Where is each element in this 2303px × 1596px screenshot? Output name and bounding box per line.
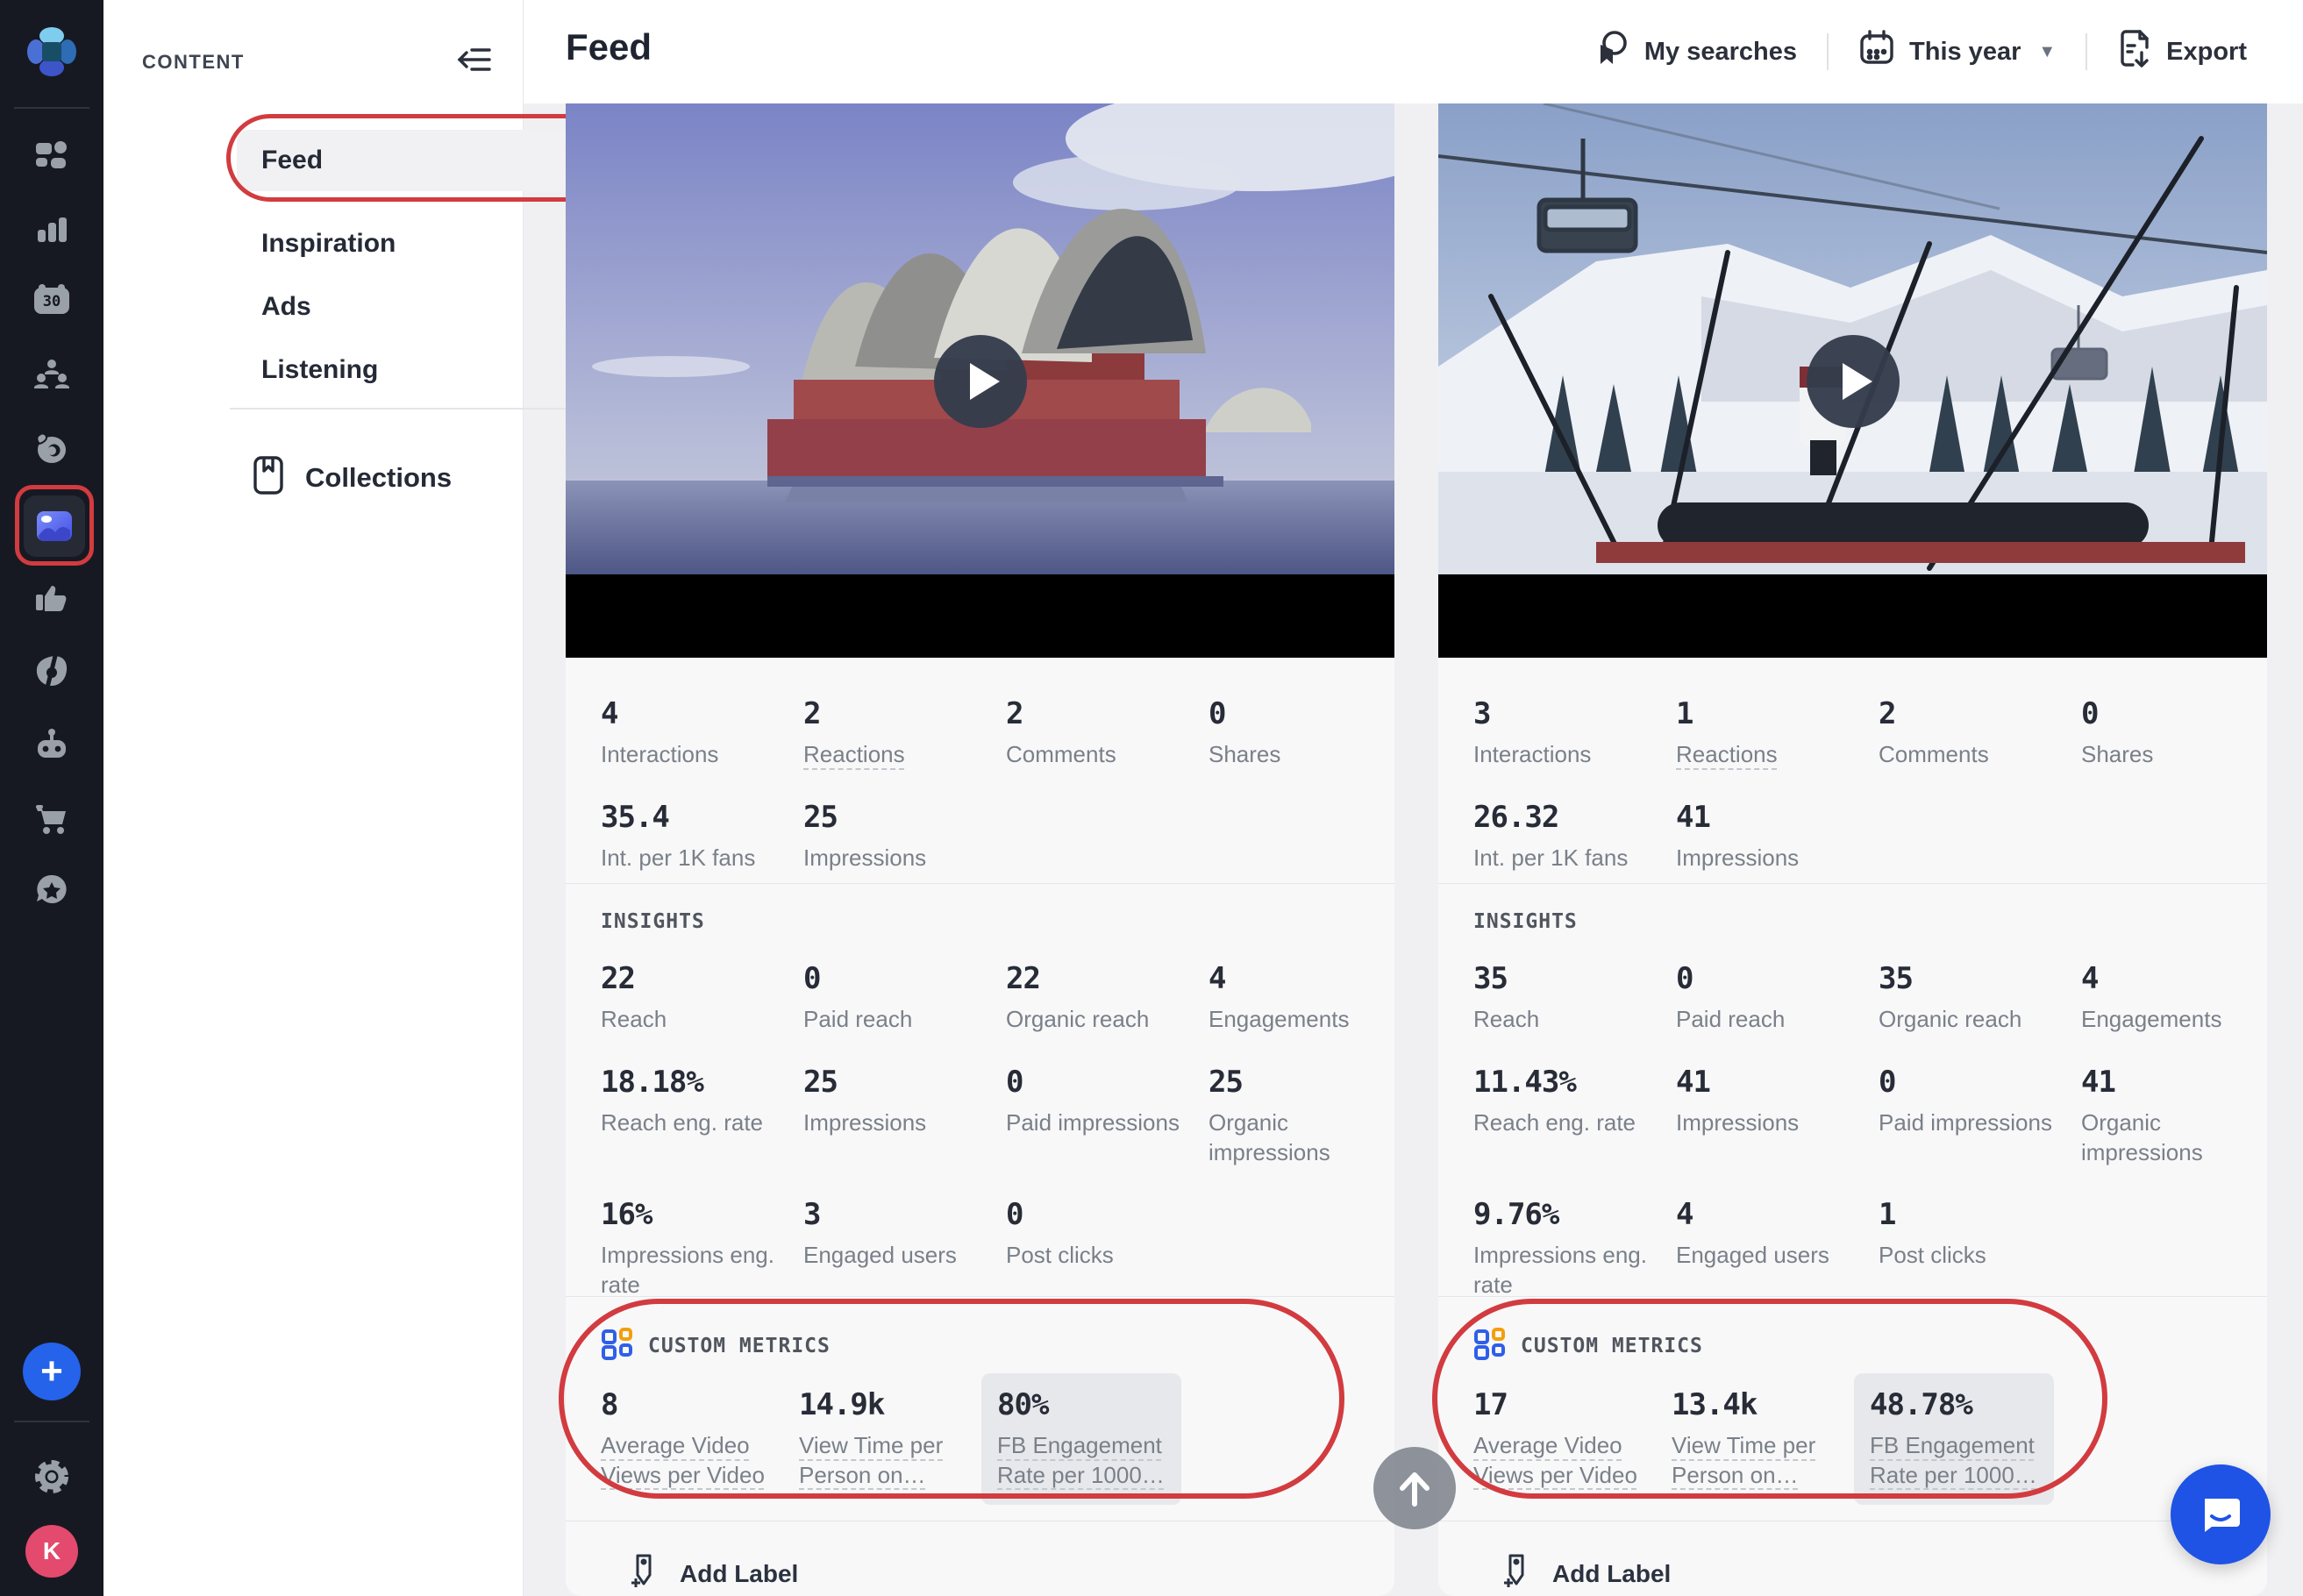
icon-rail: 30: [0, 0, 103, 1596]
rail-divider: [14, 107, 89, 109]
date-range-button[interactable]: This year ▼: [1858, 29, 2056, 75]
nav-item-listening[interactable]: Listening: [237, 346, 598, 395]
automation-robot-icon[interactable]: [0, 726, 103, 765]
page-title: Feed: [566, 26, 652, 68]
dashboard-icon[interactable]: [0, 137, 103, 175]
saved-search-icon: [1594, 29, 1630, 75]
likes-icon[interactable]: [0, 579, 103, 617]
custom-metrics-title: CUSTOM METRICS: [648, 1335, 831, 1357]
analytics-icon[interactable]: [0, 210, 103, 249]
header-separator: [1827, 33, 1829, 70]
chevron-down-icon: ▼: [2038, 42, 2056, 62]
my-searches-button[interactable]: My searches: [1594, 29, 1797, 75]
add-new-button[interactable]: +: [23, 1343, 81, 1400]
content-nav-panel: CONTENT Feed Inspiration Ads Listening C…: [103, 0, 524, 1596]
nav-item-ads[interactable]: Ads: [237, 282, 598, 331]
brand-icon[interactable]: [0, 652, 103, 691]
custom-metrics-icon: [601, 1327, 634, 1364]
insights-title: INSIGHTS: [601, 910, 1359, 933]
add-label-button[interactable]: Add Label: [566, 1521, 1394, 1596]
insights-section: INSIGHTS 35Reach 0Paid reach 35Organic r…: [1438, 884, 2267, 1297]
shop-cart-icon[interactable]: [0, 800, 103, 838]
calendar-30-icon[interactable]: 30: [0, 281, 103, 319]
content-icon-active[interactable]: [24, 495, 85, 557]
panel-section-title: CONTENT: [142, 51, 245, 74]
highlighted-metric: 48.78%FB Engagement Rate per 1000…: [1854, 1373, 2054, 1505]
custom-metrics-section: CUSTOM METRICS 17Average Video Views per…: [1438, 1297, 2267, 1521]
nav-item-inspiration[interactable]: Inspiration: [237, 219, 598, 268]
bookmark-icon: [251, 454, 286, 501]
post-card: 3Interactions 1Reactions 2Comments 0Shar…: [1438, 103, 2267, 1596]
reviews-icon[interactable]: [0, 872, 103, 910]
scroll-to-top-button[interactable]: [1373, 1447, 1456, 1529]
highlighted-metric: 80%FB Engagement Rate per 1000…: [981, 1373, 1181, 1505]
stats-section: 3Interactions 1Reactions 2Comments 0Shar…: [1438, 658, 2267, 884]
play-button[interactable]: [1807, 335, 1900, 428]
tag-plus-icon: [1500, 1551, 1535, 1596]
nav-item-feed[interactable]: Feed: [237, 130, 598, 191]
stats-section: 4Interactions 2Reactions 2Comments 0Shar…: [566, 658, 1394, 884]
tag-plus-icon: [627, 1551, 662, 1596]
video-thumbnail[interactable]: [1438, 103, 2267, 658]
play-button[interactable]: [934, 335, 1027, 428]
rail-divider-bottom: [14, 1421, 89, 1422]
engagement-icon[interactable]: [0, 430, 103, 468]
main-header: Feed My searches This year ▼: [524, 0, 2303, 103]
custom-metrics-section: CUSTOM METRICS 8Average Video Views per …: [566, 1297, 1394, 1521]
calendar-icon: [1858, 29, 1895, 75]
export-icon: [2117, 28, 2152, 75]
nav-item-collections[interactable]: Collections: [251, 454, 452, 501]
collapse-panel-icon[interactable]: [454, 40, 493, 83]
community-icon[interactable]: [0, 356, 103, 395]
app-logo[interactable]: [0, 25, 103, 79]
svg-text:30: 30: [43, 293, 61, 310]
header-separator: [2086, 33, 2087, 70]
custom-metrics-title: CUSTOM METRICS: [1521, 1335, 1703, 1357]
settings-gear-icon[interactable]: [0, 1456, 103, 1498]
video-thumbnail[interactable]: [566, 103, 1394, 658]
export-button[interactable]: Export: [2117, 28, 2247, 75]
post-card: 4Interactions 2Reactions 2Comments 0Shar…: [566, 103, 1394, 1596]
insights-section: INSIGHTS 22Reach 0Paid reach 22Organic r…: [566, 884, 1394, 1297]
panel-divider: [230, 408, 607, 410]
user-avatar[interactable]: K: [25, 1525, 78, 1578]
custom-metrics-icon: [1473, 1327, 1507, 1364]
add-label-button[interactable]: Add Label: [1438, 1521, 2267, 1596]
insights-title: INSIGHTS: [1473, 910, 2232, 933]
chat-launcher-button[interactable]: [2171, 1464, 2271, 1564]
